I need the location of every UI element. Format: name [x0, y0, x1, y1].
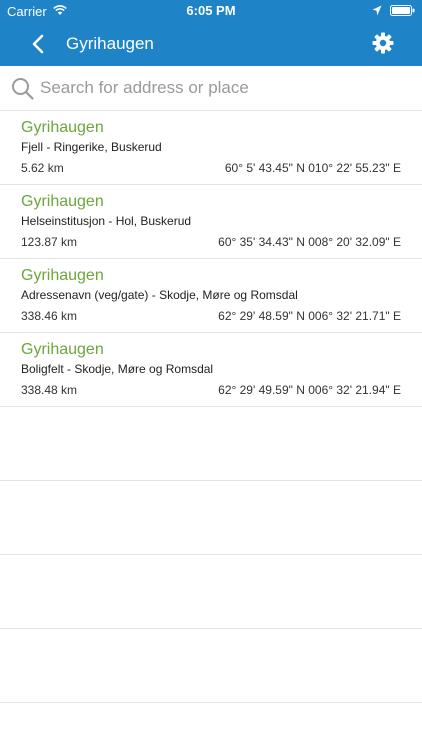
gear-icon[interactable] [371, 31, 395, 55]
result-description: Boligfelt - Skodje, Møre og Romsdal [21, 362, 214, 376]
result-name: Gyrihaugen [21, 119, 104, 136]
result-coordinates: 60° 35' 34.43" N 008° 20' 32.09" E [218, 235, 401, 249]
list-item[interactable]: Gyrihaugen Boligfelt - Skodje, Møre og R… [0, 333, 422, 407]
result-distance: 123.87 km [21, 235, 78, 249]
list-item[interactable]: Gyrihaugen Adressenavn (veg/gate) - Skod… [0, 259, 422, 333]
empty-row [0, 629, 422, 703]
battery-icon [390, 5, 415, 16]
result-distance: 338.46 km [21, 309, 78, 323]
result-name: Gyrihaugen [21, 267, 104, 284]
empty-row [0, 481, 422, 555]
page-title: Gyrihaugen [66, 34, 154, 53]
search-bar [0, 66, 422, 111]
results-list: Gyrihaugen Fjell - Ringerike, Buskerud 5… [0, 111, 422, 703]
result-distance: 5.62 km [21, 161, 64, 175]
location-arrow-icon [372, 5, 382, 16]
list-item[interactable]: Gyrihaugen Fjell - Ringerike, Buskerud 5… [0, 111, 422, 185]
empty-row [0, 407, 422, 481]
result-name: Gyrihaugen [21, 341, 104, 358]
search-input[interactable] [40, 75, 410, 101]
status-time: 6:05 PM [186, 3, 236, 18]
result-description: Fjell - Ringerike, Buskerud [21, 140, 162, 154]
search-icon [12, 78, 34, 100]
result-distance: 338.48 km [21, 383, 78, 397]
result-coordinates: 62° 29' 48.59" N 006° 32' 21.71" E [218, 309, 401, 323]
chevron-left-icon[interactable] [28, 32, 48, 56]
result-description: Helseinstitusjon - Hol, Buskerud [21, 214, 192, 228]
empty-row [0, 555, 422, 629]
result-coordinates: 62° 29' 49.59" N 006° 32' 21.94" E [218, 383, 401, 397]
result-name: Gyrihaugen [21, 193, 104, 210]
navigation-bar: Gyrihaugen [0, 22, 422, 66]
status-bar: Carrier 6:05 PM [0, 0, 422, 22]
result-description: Adressenavn (veg/gate) - Skodje, Møre og… [21, 288, 298, 302]
list-item[interactable]: Gyrihaugen Helseinstitusjon - Hol, Buske… [0, 185, 422, 259]
result-coordinates: 60° 5' 43.45" N 010° 22' 55.23" E [224, 161, 401, 175]
